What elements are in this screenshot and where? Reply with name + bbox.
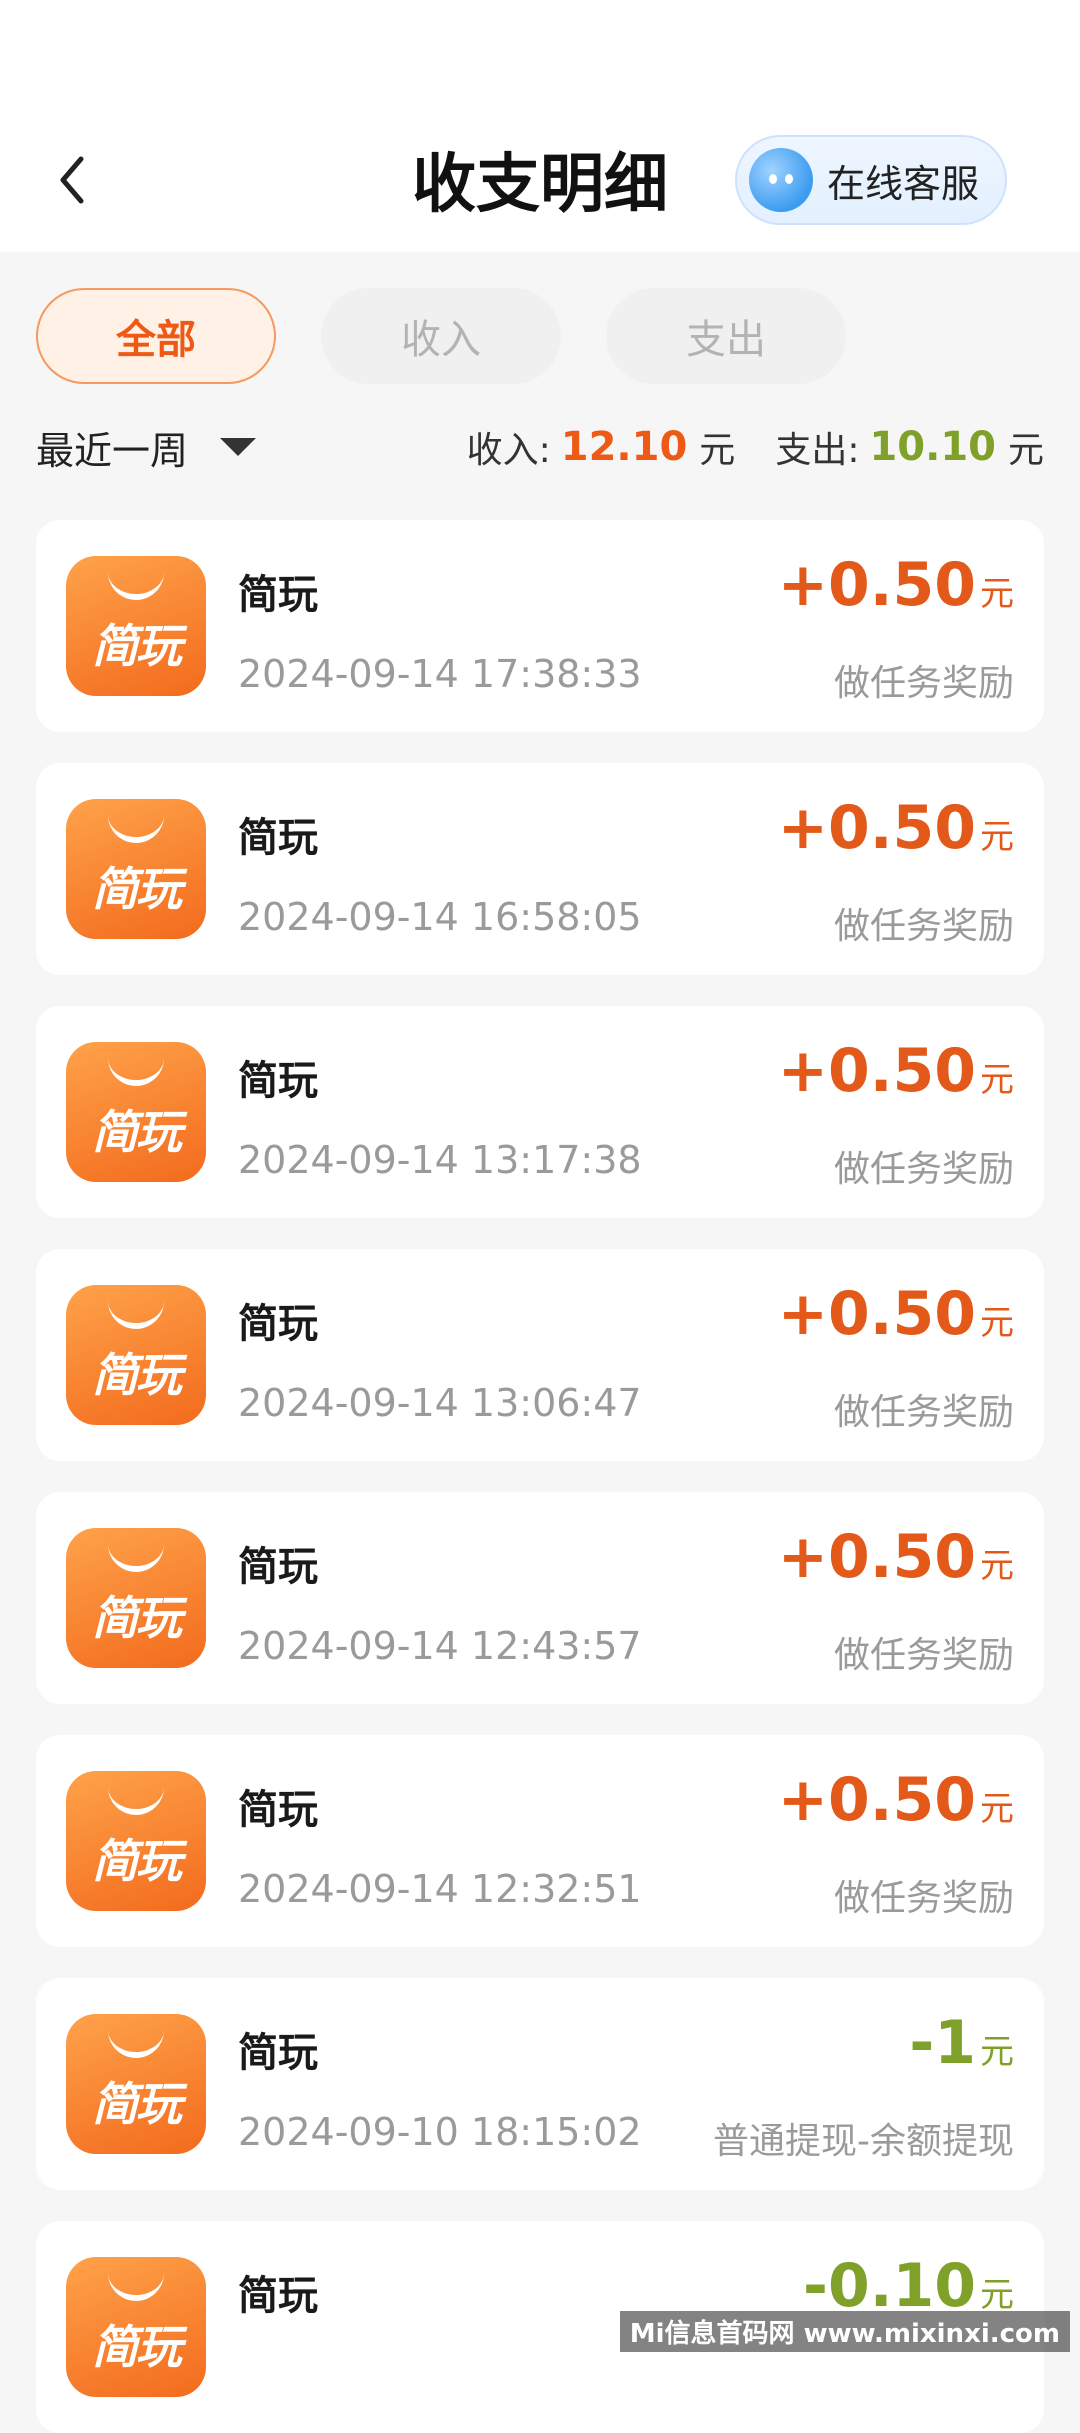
watermark: Mi信息首码网 www.mixinxi.com [619, 2311, 1070, 2352]
transaction-row[interactable]: 简玩 简玩 2024-09-10 18:15:02 -1 元普通提现-余额提现 [36, 1978, 1044, 2190]
amount-unit: 元 [980, 1546, 1014, 1586]
app-logo-icon: 简玩 [66, 1285, 206, 1425]
transaction-row[interactable]: 简玩 简玩 2024-09-14 17:38:33 +0.50 元做任务奖励 [36, 520, 1044, 732]
transaction-amount: +0.50 元 [778, 1279, 1014, 1349]
transaction-time: 2024-09-14 13:06:47 [238, 1381, 642, 1425]
transaction-description: 做任务奖励 [833, 1392, 1014, 1433]
app-logo-icon: 简玩 [66, 2257, 206, 2397]
transaction-time: 2024-09-14 17:38:33 [238, 652, 642, 696]
transaction-row[interactable]: 简玩 简玩 2024-09-14 13:17:38 +0.50 元做任务奖励 [36, 1006, 1044, 1218]
transaction-app-name: 简玩 [238, 1058, 318, 1104]
transaction-description: 做任务奖励 [833, 906, 1014, 947]
transaction-amount: +0.50 元 [778, 1765, 1014, 1835]
period-dropdown[interactable]: 最近一周 [36, 412, 257, 482]
expense-total-value: 10.10 [869, 424, 996, 470]
logo-smile [108, 1787, 164, 1815]
income-total-unit: 元 [699, 430, 736, 471]
logo-text: 简玩 [92, 2320, 182, 2374]
amount-value: +0.50 [777, 1279, 976, 1349]
amount-unit: 元 [980, 817, 1014, 857]
transaction-app-name: 简玩 [238, 1787, 318, 1833]
transaction-amount: +0.50 元 [778, 1522, 1014, 1592]
service-bot-icon [749, 148, 813, 212]
logo-text: 简玩 [92, 1834, 182, 1888]
logo-text: 简玩 [92, 862, 182, 916]
amount-unit: 元 [980, 1303, 1014, 1343]
transaction-description: 普通提现-余额提现 [713, 2121, 1014, 2162]
totals-summary: 收入: 12.10 元 支出: 10.10 元 [467, 412, 1044, 482]
transaction-app-name: 简玩 [238, 572, 318, 618]
transaction-row[interactable]: 简玩 简玩 2024-09-14 12:43:57 +0.50 元做任务奖励 [36, 1492, 1044, 1704]
transaction-app-name: 简玩 [238, 2273, 318, 2319]
amount-value: +0.50 [777, 1036, 976, 1106]
transaction-app-name: 简玩 [238, 1544, 318, 1590]
logo-smile [108, 2030, 164, 2058]
income-total-label: 收入: [466, 430, 551, 471]
tab-income[interactable]: 收入 [321, 288, 561, 384]
transaction-row[interactable]: 简玩 简玩 2024-09-14 12:32:51 +0.50 元做任务奖励 [36, 1735, 1044, 1947]
amount-value: +0.50 [777, 793, 976, 863]
logo-smile [108, 2273, 164, 2301]
transaction-description: 做任务奖励 [833, 1149, 1014, 1190]
amount-unit: 元 [980, 1060, 1014, 1100]
transaction-time: 2024-09-14 16:58:05 [238, 895, 642, 939]
transaction-amount: -1 元 [909, 2008, 1014, 2078]
transaction-description: 做任务奖励 [833, 1635, 1014, 1676]
transaction-row[interactable]: 简玩 简玩 2024-09-14 16:58:05 +0.50 元做任务奖励 [36, 763, 1044, 975]
caret-down-icon [220, 438, 257, 456]
transaction-app-name: 简玩 [238, 815, 318, 861]
amount-unit: 元 [980, 1789, 1014, 1829]
period-label: 最近一周 [36, 428, 189, 473]
amount-value: -1 [909, 2008, 976, 2078]
expense-total-unit: 元 [1007, 430, 1044, 471]
transaction-amount: +0.50 元 [778, 793, 1014, 863]
amount-unit: 元 [980, 2275, 1014, 2315]
logo-text: 简玩 [92, 1105, 182, 1159]
transaction-time: 2024-09-10 18:15:02 [238, 2110, 642, 2154]
transaction-time: 2024-09-14 12:32:51 [238, 1867, 642, 1911]
header-bar: 收支明细 在线客服 [0, 0, 1080, 252]
tab-all[interactable]: 全部 [36, 288, 276, 384]
app-logo-icon: 简玩 [66, 1528, 206, 1668]
logo-text: 简玩 [92, 1348, 182, 1402]
tab-expense[interactable]: 支出 [606, 288, 846, 384]
logo-smile [108, 1301, 164, 1329]
transaction-amount: +0.50 元 [778, 550, 1014, 620]
amount-value: +0.50 [777, 1765, 976, 1835]
transaction-description: 做任务奖励 [833, 1878, 1014, 1919]
summary-row: 最近一周 收入: 12.10 元 支出: 10.10 元 [36, 412, 1044, 482]
logo-smile [108, 1544, 164, 1572]
transaction-app-name: 简玩 [238, 2030, 318, 2076]
income-total-value: 12.10 [560, 424, 688, 470]
transaction-time: 2024-09-14 13:17:38 [238, 1138, 642, 1182]
amount-value: +0.50 [777, 1522, 976, 1592]
online-service-button[interactable]: 在线客服 [735, 135, 1007, 225]
transaction-app-name: 简玩 [238, 1301, 318, 1347]
amount-unit: 元 [980, 574, 1014, 614]
app-logo-icon: 简玩 [66, 799, 206, 939]
amount-value: +0.50 [777, 550, 976, 620]
transaction-description: 做任务奖励 [833, 663, 1014, 704]
online-service-label: 在线客服 [827, 161, 980, 206]
logo-text: 简玩 [92, 619, 182, 673]
app-logo-icon: 简玩 [66, 556, 206, 696]
transaction-time: 2024-09-14 12:43:57 [238, 1624, 642, 1668]
logo-smile [108, 572, 164, 600]
logo-smile [108, 815, 164, 843]
logo-text: 简玩 [92, 1591, 182, 1645]
logo-text: 简玩 [92, 2077, 182, 2131]
transaction-row[interactable]: 简玩 简玩 2024-09-14 13:06:47 +0.50 元做任务奖励 [36, 1249, 1044, 1461]
logo-smile [108, 1058, 164, 1086]
transaction-amount: +0.50 元 [778, 1036, 1014, 1106]
app-logo-icon: 简玩 [66, 1771, 206, 1911]
app-logo-icon: 简玩 [66, 1042, 206, 1182]
app-logo-icon: 简玩 [66, 2014, 206, 2154]
expense-total-label: 支出: [775, 430, 860, 471]
amount-unit: 元 [980, 2032, 1014, 2072]
